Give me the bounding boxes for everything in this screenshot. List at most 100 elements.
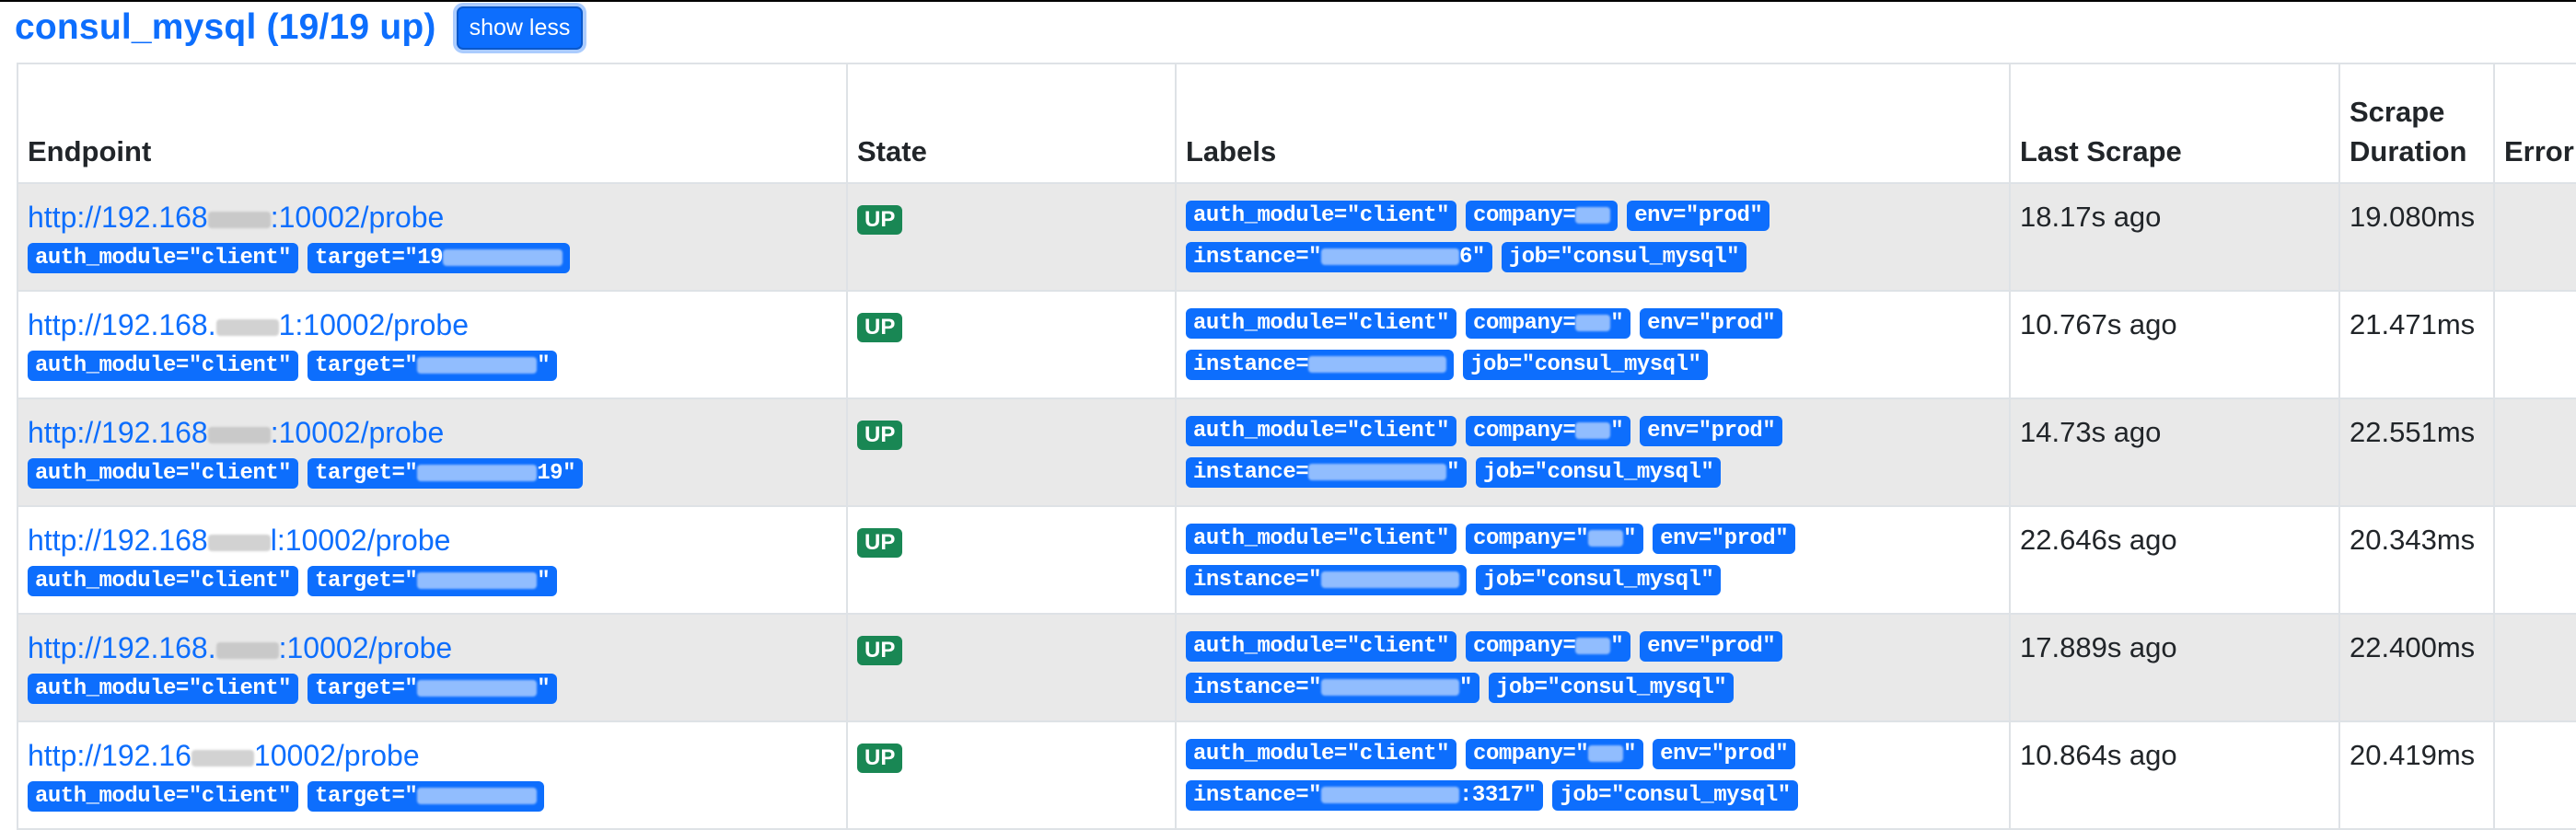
badge-target-end: " (537, 676, 551, 701)
redacted-ip (207, 534, 271, 551)
last-scrape-cell: 14.73s ago (2009, 398, 2340, 507)
redacted-company (1575, 314, 1611, 331)
badge-auth-module: auth_module="client" (28, 458, 299, 489)
redacted-target (417, 679, 538, 697)
endpoint-labels: auth_module="client" target="19 (28, 243, 845, 273)
target-labels: auth_module="client" company= " env="prod… (1186, 308, 1886, 380)
badge-job: job="consul_mysql" (1476, 565, 1722, 595)
badge-instance-start: instance=" (1193, 245, 1322, 270)
endpoint-cell: http://192.168.:10002/probe auth_module=… (17, 613, 848, 722)
badge-company-start: company= (1473, 203, 1576, 228)
table-row: http://192.16 10002/probe auth_module="cl… (17, 720, 2576, 830)
badge-job: job="consul_mysql" (1552, 780, 1798, 811)
last-scrape-value: 10.767s ago (2020, 308, 2177, 340)
endpoint-url-end: :10002/probe (270, 416, 445, 449)
scrape-duration-cell: 20.419ms (2338, 720, 2495, 830)
table-row: http://192.168 l:10002/probe auth_module=… (17, 505, 2576, 615)
last-scrape-cell: 10.864s ago (2009, 720, 2340, 830)
endpoint-url-start: http://192.168. (28, 308, 216, 341)
endpoint-url-end: 1:10002/probe (278, 308, 470, 341)
last-scrape-cell: 22.646s ago (2009, 505, 2340, 615)
redacted-company (1588, 744, 1624, 762)
state-cell: UP (846, 720, 1177, 830)
badge-target: target=" " (307, 674, 558, 704)
error-cell (2493, 182, 2576, 292)
badge-instance-start: instance=" (1193, 783, 1322, 808)
scrape-duration-value: 19.080ms (2350, 201, 2476, 233)
badge-instance-end: " (1446, 460, 1460, 485)
badge-company-end: " (1623, 742, 1637, 767)
header-labels[interactable]: Labels (1175, 63, 2011, 184)
badge-company-start: company= (1473, 311, 1576, 336)
endpoint-cell: http://192.168 l:10002/probe auth_module=… (17, 505, 848, 615)
badge-target: target=" " (307, 566, 558, 596)
labels-cell: auth_module="client" company= " env="prod… (1175, 613, 2011, 722)
endpoint-url-start: http://192.168 (28, 201, 208, 234)
badge-env: env="prod" (1627, 201, 1770, 231)
job-title: consul_mysql (19/19 up) (15, 7, 436, 47)
badge-company-end: " (1610, 311, 1624, 336)
redacted-company (1588, 529, 1624, 547)
show-less-button[interactable]: show less (456, 6, 584, 50)
header-state[interactable]: State (846, 63, 1177, 184)
error-cell (2493, 720, 2576, 830)
table-row: http://192.168. 1:10002/probe auth_module… (17, 290, 2576, 399)
endpoint-link[interactable]: http://192.168:10002/probe (28, 416, 845, 449)
endpoint-cell: http://192.168. 1:10002/probe auth_module… (17, 290, 848, 399)
scrape-duration-value: 22.400ms (2350, 631, 2476, 663)
table-row: http://192.168:10002/probe auth_module="… (17, 182, 2576, 292)
endpoint-link[interactable]: http://192.168:10002/probe (28, 201, 845, 234)
redacted-target (417, 356, 538, 374)
redacted-instance (1321, 678, 1460, 696)
badge-job: job="consul_mysql" (1488, 673, 1735, 703)
endpoint-url-end: l:10002/probe (270, 524, 451, 557)
badge-target-start: target="19 (315, 246, 444, 271)
endpoint-link[interactable]: http://192.16 10002/probe (28, 739, 845, 772)
badge-target-end: " (537, 569, 551, 594)
state-cell: UP (846, 398, 1177, 507)
target-labels: auth_module="client" company=" " env="pro… (1186, 739, 1886, 811)
redacted-instance (1308, 463, 1447, 480)
endpoint-cell: http://192.16 10002/probe auth_module="cl… (17, 720, 848, 830)
last-scrape-value: 22.646s ago (2020, 524, 2177, 556)
endpoint-link[interactable]: http://192.168. 1:10002/probe (28, 308, 845, 341)
scrape-duration-cell: 20.343ms (2338, 505, 2495, 615)
badge-auth-module: auth_module="client" (1186, 416, 1457, 446)
state-badge: UP (857, 313, 903, 342)
badge-instance-start: instance=" (1193, 568, 1322, 593)
badge-env: env="prod" (1640, 631, 1783, 662)
scrape-duration-value: 20.343ms (2350, 524, 2476, 556)
header-last-scrape[interactable]: Last Scrape (2009, 63, 2340, 184)
endpoint-url-end: :10002/probe (278, 631, 453, 664)
badge-target-end: " (537, 353, 551, 378)
header-scrape-duration[interactable]: Scrape Duration (2338, 63, 2495, 184)
labels-cell: auth_module="client" company= " env="prod… (1175, 290, 2011, 399)
state-badge: UP (857, 421, 903, 450)
labels-cell: auth_module="client" company= env="prod"… (1175, 182, 2011, 292)
badge-env: env="prod" (1640, 416, 1783, 446)
badge-instance-end: :3317" (1459, 783, 1537, 808)
badge-auth-module: auth_module="client" (28, 243, 299, 273)
badge-instance: instance=" (1186, 457, 1468, 488)
badge-company-end: " (1610, 419, 1624, 444)
badge-target-start: target=" (315, 569, 418, 594)
error-cell (2493, 290, 2576, 399)
endpoint-link[interactable]: http://192.168 l:10002/probe (28, 524, 845, 557)
header-endpoint[interactable]: Endpoint (17, 63, 848, 184)
badge-auth-module: auth_module="client" (28, 781, 299, 812)
badge-company: company= " (1466, 308, 1631, 339)
header-scrape-duration-line2: Duration (2350, 135, 2467, 167)
badge-instance-end: 6" (1459, 245, 1485, 270)
endpoint-link[interactable]: http://192.168.:10002/probe (28, 631, 845, 664)
badge-instance: instance=" (1186, 565, 1468, 595)
badge-job: job="consul_mysql" (1501, 242, 1747, 272)
redacted-instance (1321, 571, 1460, 588)
badge-target-start: target=" (315, 461, 418, 486)
redacted-instance (1308, 355, 1447, 373)
last-scrape-value: 10.864s ago (2020, 739, 2177, 771)
target-labels: auth_module="client" company= " env="prod… (1186, 631, 1886, 703)
badge-env: env="prod" (1653, 739, 1796, 769)
endpoint-labels: auth_module="client" target=" " (28, 674, 845, 704)
header-error[interactable]: Error (2493, 63, 2576, 184)
badge-auth-module: auth_module="client" (28, 674, 299, 704)
